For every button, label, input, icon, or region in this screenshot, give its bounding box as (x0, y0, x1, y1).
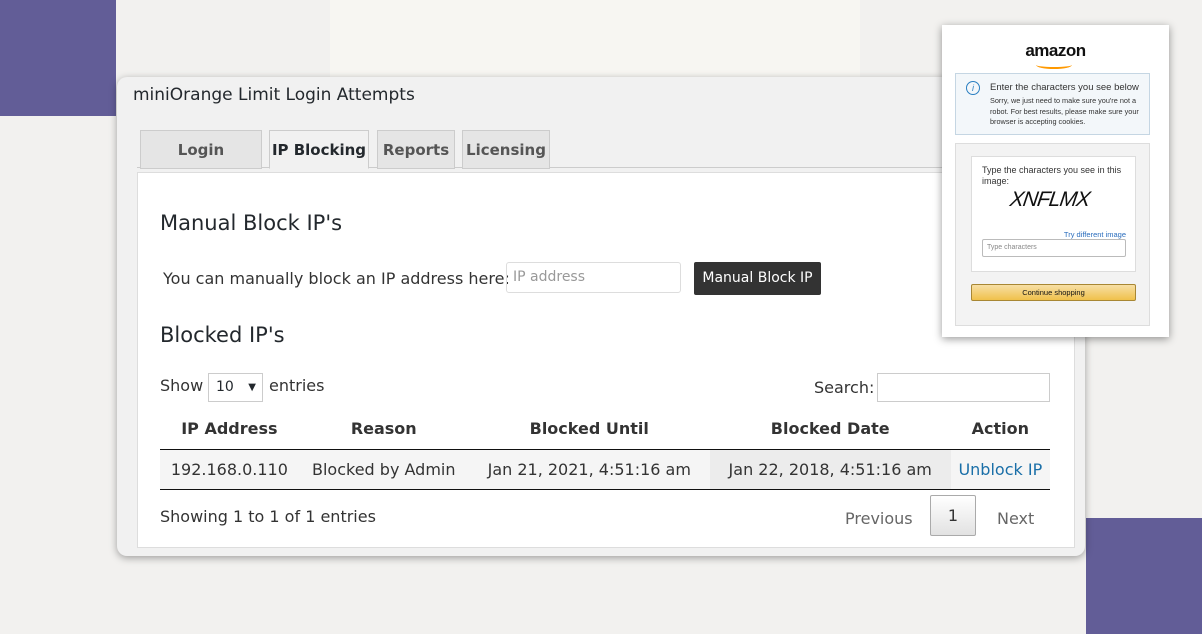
cell-until: Jan 21, 2021, 4:51:16 am (468, 449, 710, 490)
previous-button[interactable]: Previous (845, 509, 913, 528)
next-button[interactable]: Next (997, 509, 1034, 528)
search-label: Search: (814, 378, 875, 397)
captcha-box: Type the characters you see in this imag… (971, 156, 1136, 272)
captcha-input[interactable]: Type characters (982, 239, 1126, 257)
info-text: Sorry, we just need to make sure you're … (990, 96, 1139, 126)
column-reason[interactable]: Reason (298, 409, 469, 450)
table-row: 192.168.0.110 Blocked by Admin Jan 21, 2… (160, 449, 1050, 490)
tab-login-security[interactable]: Login Security (140, 130, 262, 197)
entries-value: 10 (216, 379, 234, 395)
info-box: i Enter the characters you see below Sor… (955, 73, 1150, 135)
chevron-down-icon: ▼ (248, 382, 256, 393)
cell-reason: Blocked by Admin (298, 449, 469, 490)
info-icon: i (966, 81, 980, 95)
show-label: Show (160, 376, 204, 395)
plugin-window: miniOrange Limit Login Attempts Login Se… (117, 77, 1085, 556)
continue-shopping-button[interactable]: Continue shopping (971, 284, 1136, 301)
decor-block-top-left (0, 0, 116, 116)
tab-bar: Login Security IP Blocking Reports Licen… (137, 130, 1075, 197)
captcha-image: XNFLMX (1008, 188, 1091, 211)
search-input[interactable] (877, 373, 1050, 402)
tab-content: Manual Block IP's You can manually block… (137, 172, 1075, 548)
decor-block-bottom-right (1086, 518, 1202, 634)
manual-block-heading: Manual Block IP's (160, 211, 343, 235)
page-1-button[interactable]: 1 (930, 495, 976, 536)
cell-ip: 192.168.0.110 (160, 449, 299, 490)
amazon-logo: amazon (1025, 41, 1086, 60)
entries-label: entries (269, 376, 325, 395)
tab-ip-blocking[interactable]: IP Blocking (269, 130, 369, 169)
amazon-captcha-card: amazon i Enter the characters you see be… (942, 25, 1169, 337)
try-different-image-link[interactable]: Try different image (1064, 230, 1126, 239)
column-ip-address[interactable]: IP Address (160, 409, 299, 450)
ip-address-input[interactable]: IP address (506, 262, 681, 293)
table-header: IP Address Reason Blocked Until Blocked … (160, 409, 1050, 450)
table-info: Showing 1 to 1 of 1 entries (160, 507, 376, 526)
cell-action: Unblock IP (950, 449, 1050, 490)
window-title: miniOrange Limit Login Attempts (133, 85, 415, 105)
tab-licensing[interactable]: Licensing (462, 130, 550, 169)
entries-select[interactable]: 10 ▼ (208, 373, 263, 402)
unblock-ip-link[interactable]: Unblock IP (958, 460, 1042, 479)
background-image (330, 0, 860, 80)
captcha-form: Type the characters you see in this imag… (955, 143, 1150, 326)
column-action[interactable]: Action (950, 409, 1050, 450)
amazon-smile-icon (1036, 61, 1072, 69)
info-title: Enter the characters you see below (990, 82, 1139, 93)
manual-block-ip-button[interactable]: Manual Block IP (694, 262, 821, 295)
blocked-ips-table: IP Address Reason Blocked Until Blocked … (160, 409, 1050, 490)
column-blocked-until[interactable]: Blocked Until (468, 409, 710, 450)
captcha-prompt: Type the characters you see in this imag… (982, 165, 1122, 186)
column-blocked-date[interactable]: Blocked Date (709, 409, 951, 450)
cell-date: Jan 22, 2018, 4:51:16 am (709, 449, 951, 490)
manual-block-prompt: You can manually block an IP address her… (163, 269, 510, 288)
tab-reports[interactable]: Reports (377, 130, 455, 169)
blocked-ips-heading: Blocked IP's (160, 323, 285, 347)
